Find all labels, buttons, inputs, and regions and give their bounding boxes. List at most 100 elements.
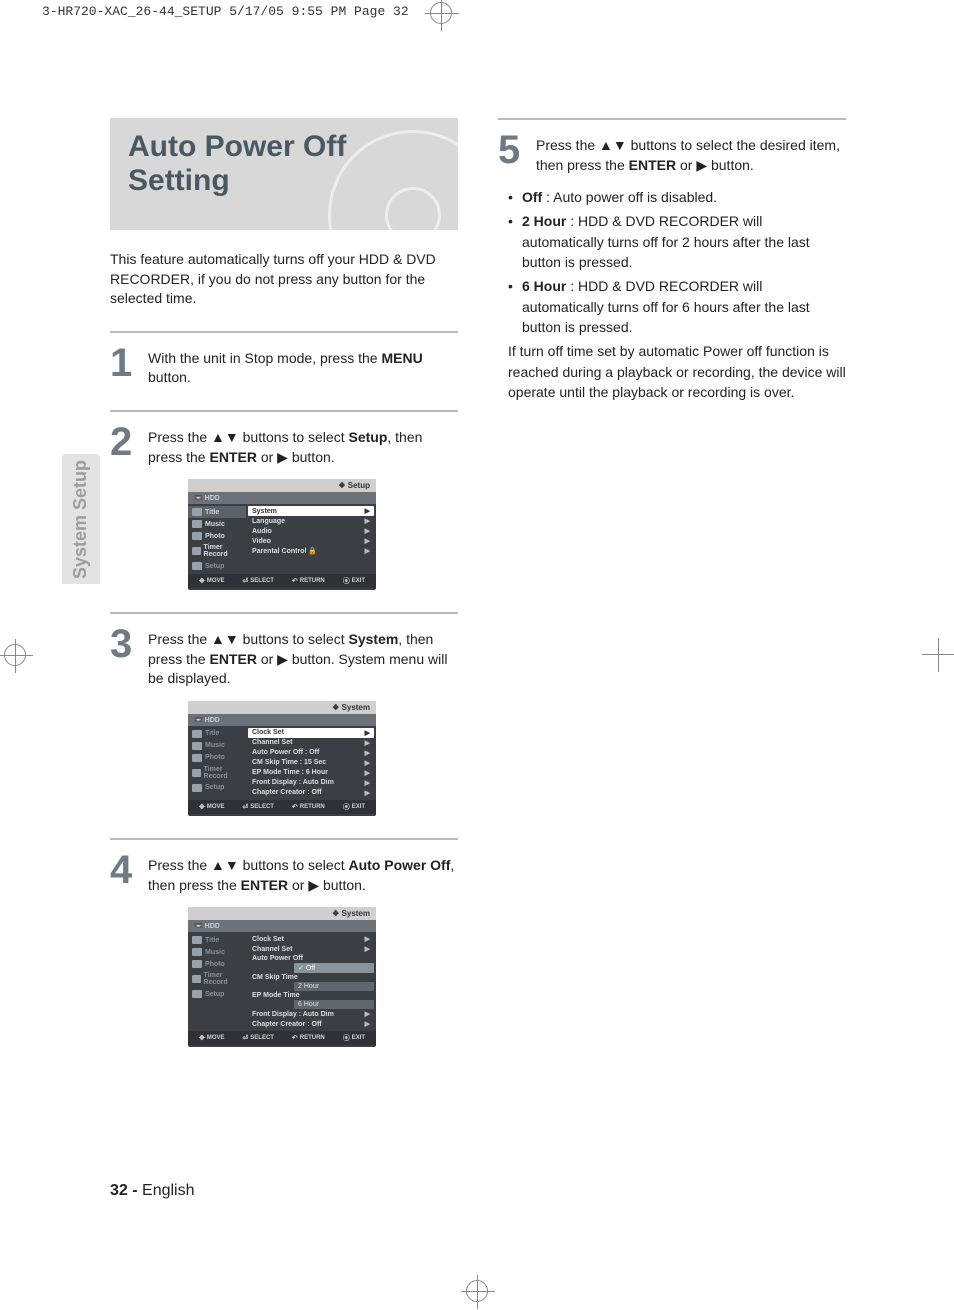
- select-icon: ⏎: [242, 577, 248, 585]
- updown-icon: ▲▼: [599, 137, 627, 153]
- crop-mark-right-icon: [928, 644, 950, 666]
- osd-header: ❖ System: [188, 907, 376, 920]
- music-icon: [192, 742, 202, 750]
- crop-header: 3-HR720-XAC_26-44_SETUP 5/17/05 9:55 PM …: [42, 4, 409, 19]
- osd-option-2hour: 2 Hour: [294, 982, 374, 991]
- list-icon: [192, 936, 202, 944]
- updown-icon: ▲▼: [211, 429, 239, 445]
- chevron-right-icon: ▶: [365, 507, 370, 515]
- chevron-right-icon: ▶: [365, 779, 370, 787]
- step-1: 1 With the unit in Stop mode, press the …: [110, 343, 458, 388]
- osd-row-audio: Audio▶: [248, 526, 374, 536]
- osd-row-autopower: Auto Power Off: [248, 954, 374, 963]
- osd-row-channel: Channel Set▶: [248, 738, 374, 748]
- bullet-icon: •: [508, 211, 516, 272]
- osd-nav-photo: Photo: [188, 958, 246, 970]
- step-3: 3 Press the ▲▼ buttons to select System,…: [110, 624, 458, 689]
- step-number: 2: [110, 422, 138, 467]
- osd-nav: Title Music Photo Timer Record Setup: [188, 504, 246, 574]
- osd-row-channel: Channel Set▶: [248, 944, 374, 954]
- clock-icon: [192, 547, 201, 555]
- osd-keyhints: ✥MOVE ⏎SELECT ↶RETURN ⦿EXIT: [188, 800, 376, 814]
- osd-nav-setup: Setup: [188, 988, 246, 1000]
- osd-nav-timer: Timer Record: [188, 542, 246, 560]
- osd-nav-title: Title: [188, 506, 246, 518]
- osd-nav-timer: Timer Record: [188, 764, 246, 782]
- osd-row-clock: Clock Set▶: [248, 934, 374, 944]
- play-icon: ▶: [696, 157, 707, 173]
- bullet-off: • Off : Auto power off is disabled.: [508, 187, 846, 207]
- updown-icon: ▲▼: [211, 857, 239, 873]
- osd-keyhints: ✥MOVE ⏎SELECT ↶RETURN ⦿EXIT: [188, 1031, 376, 1045]
- osd-keyhints: ✥MOVE ⏎SELECT ↶RETURN ⦿EXIT: [188, 574, 376, 588]
- bullet-icon: •: [508, 276, 516, 337]
- exit-icon: ⦿: [343, 1033, 350, 1043]
- move-icon: ✥: [199, 577, 205, 585]
- gear-icon: [192, 562, 202, 570]
- osd-nav-timer: Timer Record: [188, 970, 246, 988]
- page-number: 32 -: [110, 1182, 138, 1199]
- bullet-6hour: • 6 Hour : HDD & DVD RECORDER will autom…: [508, 276, 846, 337]
- osd-nav-title: Title: [188, 728, 246, 740]
- chevron-right-icon: ▶: [365, 517, 370, 525]
- clock-icon: [192, 769, 201, 777]
- clock-icon: [192, 975, 201, 983]
- chevron-right-icon: ▶: [365, 547, 370, 555]
- osd-row-front: Front Display : Auto Dim▶: [248, 1009, 374, 1019]
- music-icon: [192, 520, 202, 528]
- list-icon: [192, 508, 202, 516]
- osd-header: ❖ Setup: [188, 479, 376, 492]
- check-icon: ✓: [298, 965, 304, 972]
- gear-icon: [192, 990, 202, 998]
- bullet-icon: •: [508, 187, 516, 207]
- step-text: Press the ▲▼ buttons to select System, t…: [148, 624, 458, 689]
- osd-source: 📼 HDD: [188, 492, 376, 504]
- chevron-right-icon: ▶: [365, 729, 370, 737]
- osd-screenshot-system: ❖ System 📼 HDD Title Music Photo Timer R…: [188, 701, 376, 816]
- chevron-right-icon: ▶: [365, 1020, 370, 1028]
- osd-nav-music: Music: [188, 518, 246, 530]
- osd-row-system: System▶: [248, 506, 374, 516]
- divider: [110, 410, 458, 412]
- osd-header: ❖ System: [188, 701, 376, 714]
- osd-row-cmskip: CM Skip Time : 15 Sec▶: [248, 758, 374, 768]
- play-icon: ▶: [308, 877, 319, 893]
- exit-icon: ⦿: [343, 802, 350, 812]
- photo-icon: [192, 754, 202, 762]
- osd-row-language: Language▶: [248, 516, 374, 526]
- osd-nav-photo: Photo: [188, 530, 246, 542]
- step-number: 1: [110, 343, 138, 388]
- return-icon: ↶: [292, 803, 298, 811]
- osd-row-chapter: Chapter Creator : Off▶: [248, 1019, 374, 1029]
- step-2: 2 Press the ▲▼ buttons to select Setup, …: [110, 422, 458, 467]
- osd-nav-setup: Setup: [188, 782, 246, 794]
- exit-icon: ⦿: [343, 576, 350, 586]
- lock-icon: 🔒: [308, 548, 317, 555]
- osd-source: 📼 HDD: [188, 920, 376, 932]
- crop-mark-top-icon: [430, 2, 452, 24]
- osd-option-off: ✓ Off: [294, 963, 374, 973]
- play-icon: ▶: [277, 651, 288, 667]
- step-number: 4: [110, 850, 138, 895]
- osd-row-epmode: EP Mode Time : 6 Hour▶: [248, 768, 374, 778]
- crop-mark-left-icon: [4, 644, 26, 666]
- return-icon: ↶: [292, 1034, 298, 1042]
- osd-nav-music: Music: [188, 946, 246, 958]
- step-text: With the unit in Stop mode, press the ME…: [148, 343, 458, 388]
- osd-option-6hour: 6 Hour: [294, 1000, 374, 1009]
- divider: [110, 331, 458, 333]
- osd-panel: System▶ Language▶ Audio▶ Video▶ Parental…: [246, 504, 376, 574]
- page-language: English: [138, 1182, 195, 1199]
- chevron-right-icon: ▶: [365, 739, 370, 747]
- osd-row-clock: Clock Set▶: [248, 728, 374, 738]
- step-4: 4 Press the ▲▼ buttons to select Auto Po…: [110, 850, 458, 895]
- osd-row-autopower: Auto Power Off : Off▶: [248, 748, 374, 758]
- gear-icon: [192, 784, 202, 792]
- osd-panel: Clock Set▶ Channel Set▶ Auto Power Off ✓…: [246, 932, 376, 1031]
- chevron-right-icon: ▶: [365, 759, 370, 767]
- osd-row-cmskip: CM Skip Time: [248, 973, 374, 982]
- chevron-right-icon: ▶: [365, 945, 370, 953]
- divider: [110, 612, 458, 614]
- return-icon: ↶: [292, 577, 298, 585]
- select-icon: ⏎: [242, 1034, 248, 1042]
